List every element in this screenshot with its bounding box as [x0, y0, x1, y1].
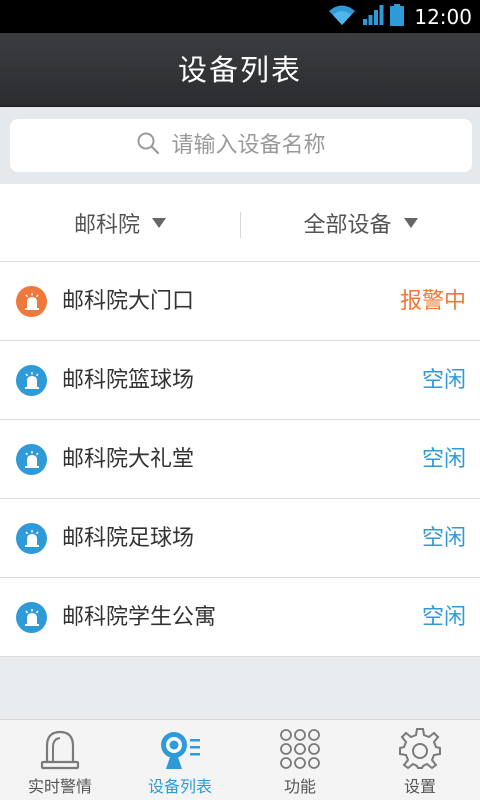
device-row[interactable]: 邮科院足球场 空闲: [0, 499, 480, 578]
search-icon: [136, 131, 160, 161]
dropdown-arrow-icon: [403, 218, 418, 228]
device-list: 邮科院大门口 报警中 邮科院篮球场 空闲 邮科院大礼堂 空闲 邮科院足球场 空闲…: [0, 262, 480, 657]
device-status: 空闲: [421, 368, 466, 393]
status-icons: 12:00: [328, 4, 472, 30]
device-status: 空闲: [421, 447, 466, 472]
dropdown-arrow-icon: [152, 218, 166, 228]
alarm-light-icon: [0, 727, 120, 771]
location-filter[interactable]: 邮科院: [0, 184, 240, 262]
tab-label: 设备列表: [147, 777, 212, 796]
device-row[interactable]: 邮科院大门口 报警中: [0, 262, 480, 341]
device-name: 邮科院大门口: [62, 289, 195, 314]
tab-label: 实时警情: [27, 777, 92, 796]
gear-icon: [360, 727, 480, 771]
alarm-light-icon: [16, 523, 47, 554]
alarm-light-icon: [16, 365, 47, 396]
device-status: 报警中: [399, 289, 466, 314]
device-row[interactable]: 邮科院学生公寓 空闲: [0, 578, 480, 657]
battery-icon: [390, 4, 405, 30]
status-bar: 12:00: [0, 0, 480, 33]
device-status: 空闲: [421, 605, 466, 630]
tab-device-list[interactable]: 设备列表: [120, 720, 240, 800]
device-status: 空闲: [421, 526, 466, 551]
device-list-icon: [120, 727, 240, 771]
device-name: 邮科院足球场: [62, 526, 195, 551]
grid-icon: [240, 727, 360, 771]
search-input[interactable]: [171, 133, 347, 158]
device-type-filter[interactable]: 全部设备: [241, 184, 480, 262]
alarm-light-icon: [16, 602, 47, 633]
tab-realtime-alarms[interactable]: 实时警情: [0, 720, 120, 800]
device-name: 邮科院学生公寓: [62, 605, 217, 630]
wifi-icon: [328, 4, 356, 30]
alarm-light-icon: [16, 286, 47, 317]
bottom-tab-bar: 实时警情 设备列表 功能 设置: [0, 719, 480, 800]
tab-label: 功能: [283, 777, 316, 796]
device-name: 邮科院大礼堂: [62, 447, 195, 472]
title-bar: 设备列表: [0, 33, 480, 107]
filter-bar: 邮科院 全部设备: [0, 184, 480, 262]
page-title: 设备列表: [177, 53, 302, 87]
tab-settings[interactable]: 设置: [360, 720, 480, 800]
signal-icon: [362, 4, 384, 30]
search-box[interactable]: [10, 119, 472, 172]
tab-functions[interactable]: 功能: [240, 720, 360, 800]
tab-label: 设置: [403, 777, 436, 796]
device-row[interactable]: 邮科院篮球场 空闲: [0, 341, 480, 420]
search-area: [0, 107, 480, 184]
alarm-light-icon: [16, 444, 47, 475]
device-type-filter-label: 全部设备: [303, 213, 392, 238]
location-filter-label: 邮科院: [73, 213, 140, 238]
status-time: 12:00: [414, 5, 472, 29]
device-row[interactable]: 邮科院大礼堂 空闲: [0, 420, 480, 499]
device-name: 邮科院篮球场: [62, 368, 195, 393]
